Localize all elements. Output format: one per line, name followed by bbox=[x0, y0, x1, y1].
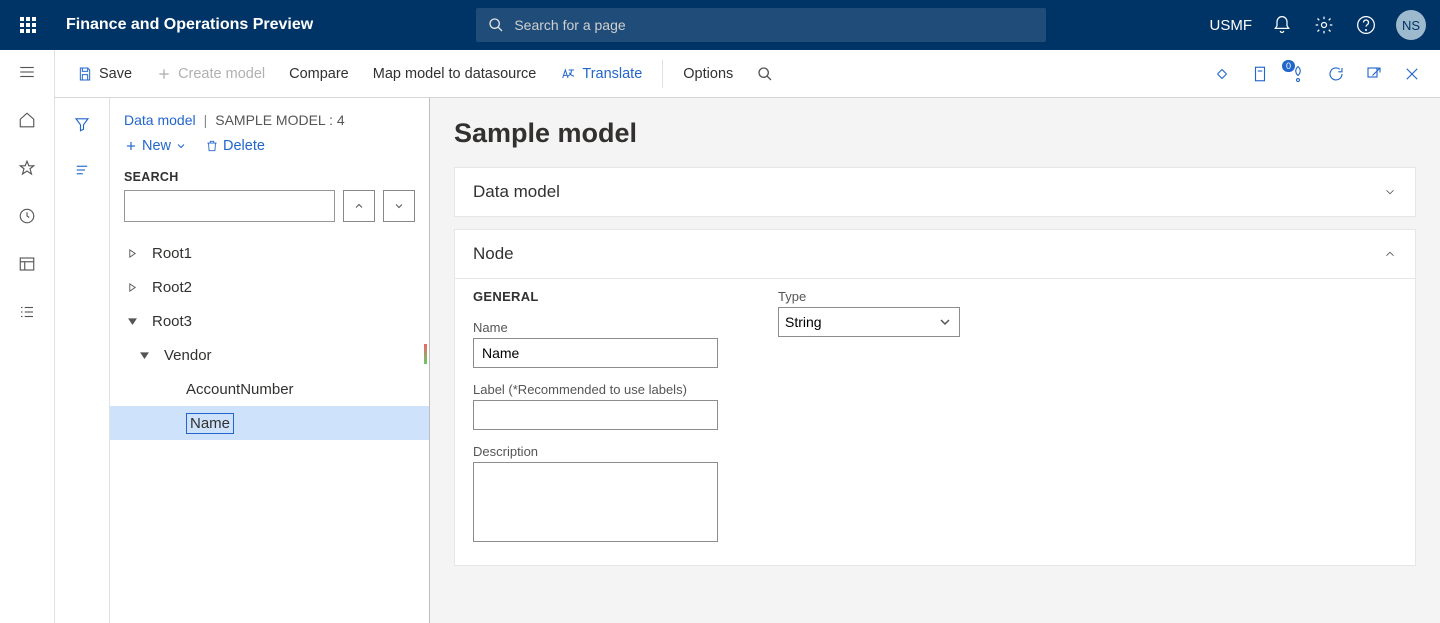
type-select[interactable]: String bbox=[778, 307, 960, 337]
label-label: Label (*Recommended to use labels) bbox=[473, 382, 718, 397]
plus-icon bbox=[156, 66, 172, 82]
compare-button[interactable]: Compare bbox=[277, 50, 361, 98]
tree-node-vendor[interactable]: Vendor bbox=[110, 338, 429, 372]
filter-icon[interactable] bbox=[72, 114, 92, 134]
delete-button[interactable]: Delete bbox=[205, 138, 265, 154]
card-data-model-header[interactable]: Data model bbox=[455, 168, 1415, 216]
save-button[interactable]: Save bbox=[65, 50, 144, 98]
settings-icon[interactable] bbox=[1312, 13, 1336, 37]
translate-icon bbox=[560, 66, 576, 82]
name-input[interactable] bbox=[473, 338, 718, 368]
chevron-down-icon bbox=[1383, 185, 1397, 199]
label-input[interactable] bbox=[473, 400, 718, 430]
tree-node-accountnumber[interactable]: AccountNumber bbox=[110, 372, 429, 406]
card-node-header[interactable]: Node bbox=[455, 230, 1415, 278]
attach-icon[interactable] bbox=[1250, 64, 1270, 84]
breadcrumb-current: SAMPLE MODEL : 4 bbox=[215, 112, 344, 128]
recent-icon[interactable] bbox=[17, 206, 37, 226]
issues-icon[interactable]: 0 bbox=[1288, 64, 1308, 84]
search-icon bbox=[757, 66, 773, 82]
plus-icon bbox=[124, 139, 138, 153]
breadcrumb: Data model | SAMPLE MODEL : 4 bbox=[110, 112, 429, 138]
notifications-icon[interactable] bbox=[1270, 13, 1294, 37]
trash-icon bbox=[205, 139, 219, 153]
description-input[interactable] bbox=[473, 462, 718, 542]
cmd-search-button[interactable] bbox=[745, 50, 785, 98]
global-search[interactable] bbox=[476, 8, 1046, 42]
search-section-title: SEARCH bbox=[110, 170, 429, 190]
popout-icon[interactable] bbox=[1364, 64, 1384, 84]
options-button[interactable]: Options bbox=[671, 50, 745, 98]
description-label: Description bbox=[473, 444, 718, 459]
new-button[interactable]: New bbox=[124, 138, 187, 154]
tree-search-input[interactable] bbox=[124, 190, 335, 222]
chevron-down-icon bbox=[175, 140, 187, 152]
breadcrumb-link[interactable]: Data model bbox=[124, 112, 196, 128]
search-prev-button[interactable] bbox=[343, 190, 375, 222]
app-title: Finance and Operations Preview bbox=[66, 16, 313, 34]
modules-icon[interactable] bbox=[17, 302, 37, 322]
map-model-button[interactable]: Map model to datasource bbox=[361, 50, 549, 98]
global-search-input[interactable] bbox=[514, 17, 1034, 33]
create-model-button: Create model bbox=[144, 50, 277, 98]
search-next-button[interactable] bbox=[383, 190, 415, 222]
hamburger-icon[interactable] bbox=[17, 62, 37, 82]
chevron-up-icon bbox=[1383, 247, 1397, 261]
workspaces-icon[interactable] bbox=[17, 254, 37, 274]
app-launcher-icon[interactable] bbox=[8, 0, 48, 50]
type-label: Type bbox=[778, 289, 960, 304]
refresh-icon[interactable] bbox=[1326, 64, 1346, 84]
close-icon[interactable] bbox=[1402, 64, 1422, 84]
translate-button[interactable]: Translate bbox=[548, 50, 654, 98]
search-icon bbox=[488, 17, 504, 33]
share-icon[interactable] bbox=[1212, 64, 1232, 84]
tree-node-root3[interactable]: Root3 bbox=[110, 304, 429, 338]
tree-node-name[interactable]: Name bbox=[110, 406, 429, 440]
user-avatar[interactable]: NS bbox=[1396, 10, 1426, 40]
company-label[interactable]: USMF bbox=[1210, 17, 1253, 34]
save-icon bbox=[77, 66, 93, 82]
help-icon[interactable] bbox=[1354, 13, 1378, 37]
favorites-icon[interactable] bbox=[17, 158, 37, 178]
home-icon[interactable] bbox=[17, 110, 37, 130]
tree-node-root2[interactable]: Root2 bbox=[110, 270, 429, 304]
page-title: Sample model bbox=[454, 118, 1416, 149]
tree-node-root1[interactable]: Root1 bbox=[110, 236, 429, 270]
fieldset-general: GENERAL bbox=[473, 289, 718, 304]
list-icon[interactable] bbox=[72, 160, 92, 180]
name-label: Name bbox=[473, 320, 718, 335]
